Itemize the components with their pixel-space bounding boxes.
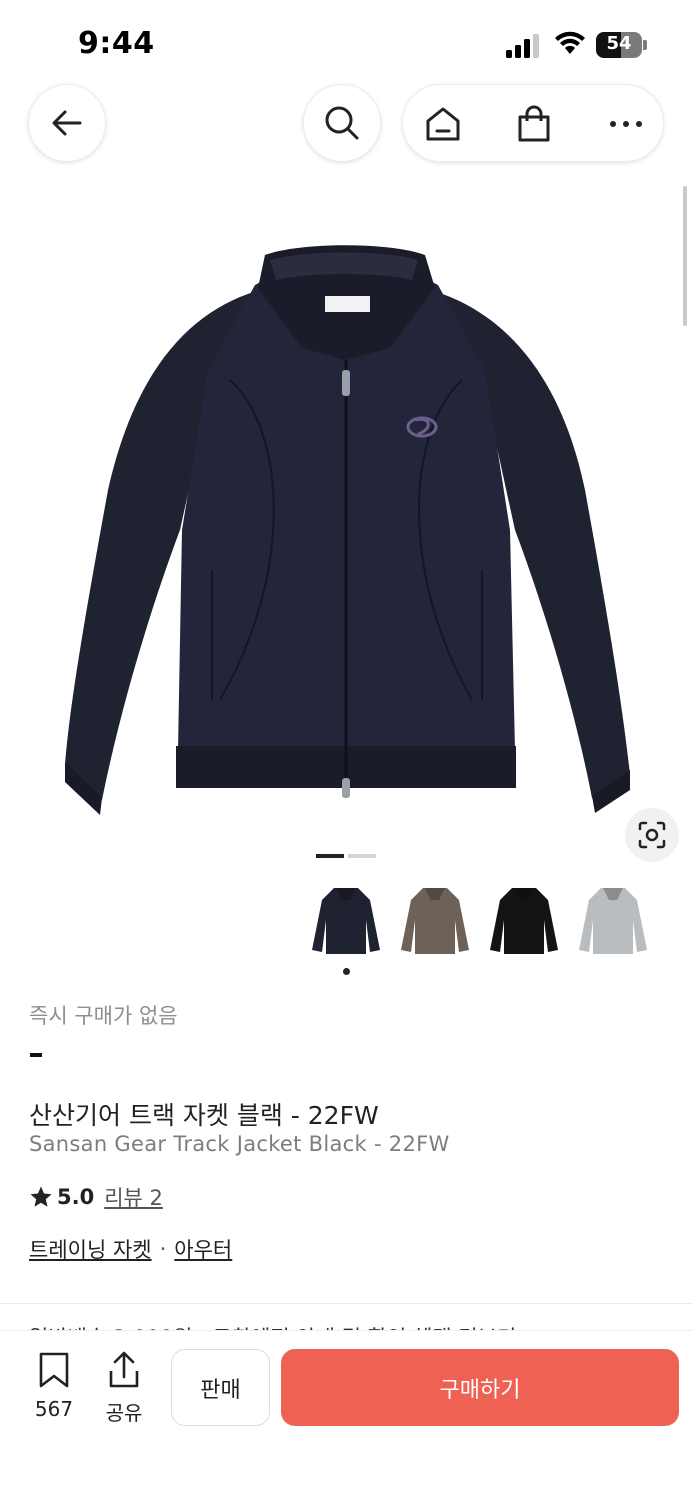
home-icon <box>426 107 460 141</box>
cellular-signal-icon <box>506 34 539 58</box>
bottom-action-bar: 567 공유 판매 구매하기 <box>0 1330 693 1500</box>
category-link-training-jacket[interactable]: 트레이닝 자켓 <box>29 1234 152 1264</box>
bookmark-count: 567 <box>34 1397 74 1421</box>
category-breadcrumb: 트레이닝 자켓 · 아우터 <box>29 1234 232 1264</box>
product-image[interactable] <box>40 230 653 830</box>
pager-segment <box>348 854 376 858</box>
wifi-icon <box>555 31 585 54</box>
bookmark-button[interactable]: 567 <box>24 1351 84 1421</box>
price-placeholder: - <box>30 1053 42 1057</box>
share-label: 공유 <box>105 1401 143 1425</box>
bookmark-icon <box>39 1352 69 1388</box>
instant-buy-note: 즉시 구매가 없음 <box>29 1004 178 1028</box>
more-horizontal-icon <box>610 121 642 127</box>
lens-icon <box>638 821 666 849</box>
pager-segment-active <box>316 854 344 858</box>
color-thumbnails <box>0 880 693 980</box>
arrow-left-icon <box>52 110 82 136</box>
battery-level: 54 <box>606 33 632 54</box>
search-button[interactable] <box>303 84 381 162</box>
home-button[interactable] <box>423 104 463 144</box>
search-icon <box>325 106 359 140</box>
share-icon <box>109 1351 139 1388</box>
product-name-en: Sansan Gear Track Jacket Black - 22FW <box>29 1132 450 1156</box>
star-icon <box>30 1186 52 1207</box>
color-thumbnail[interactable] <box>393 880 477 964</box>
status-time: 9:44 <box>78 26 155 61</box>
nav-action-group <box>402 84 664 162</box>
category-link-outer[interactable]: 아우터 <box>174 1234 232 1264</box>
color-thumbnail[interactable] <box>304 880 388 964</box>
color-thumbnail[interactable] <box>482 880 566 964</box>
section-divider <box>0 1303 693 1304</box>
status-bar: 9:44 54 <box>0 0 693 88</box>
selected-thumbnail-indicator <box>343 968 350 975</box>
image-pager <box>316 854 378 858</box>
more-button[interactable] <box>606 104 646 144</box>
sell-button[interactable]: 판매 <box>171 1349 270 1426</box>
back-button[interactable] <box>28 84 106 162</box>
category-separator: · <box>159 1237 167 1261</box>
visual-search-button[interactable] <box>625 808 679 862</box>
battery-icon: 54 <box>596 32 648 58</box>
product-name-ko: 산산기어 트랙 자켓 블랙 - 22FW <box>29 1101 379 1130</box>
review-link[interactable]: 리뷰 2 <box>104 1182 163 1212</box>
scroll-indicator <box>683 186 687 326</box>
share-button[interactable]: 공유 <box>96 1351 152 1426</box>
color-thumbnail[interactable] <box>571 880 655 964</box>
cart-button[interactable] <box>514 104 554 144</box>
rating-row: 5.0 리뷰 2 <box>29 1182 163 1212</box>
rating-score: 5.0 <box>57 1185 95 1209</box>
buy-button[interactable]: 구매하기 <box>281 1349 679 1426</box>
shopping-bag-icon <box>518 105 550 142</box>
